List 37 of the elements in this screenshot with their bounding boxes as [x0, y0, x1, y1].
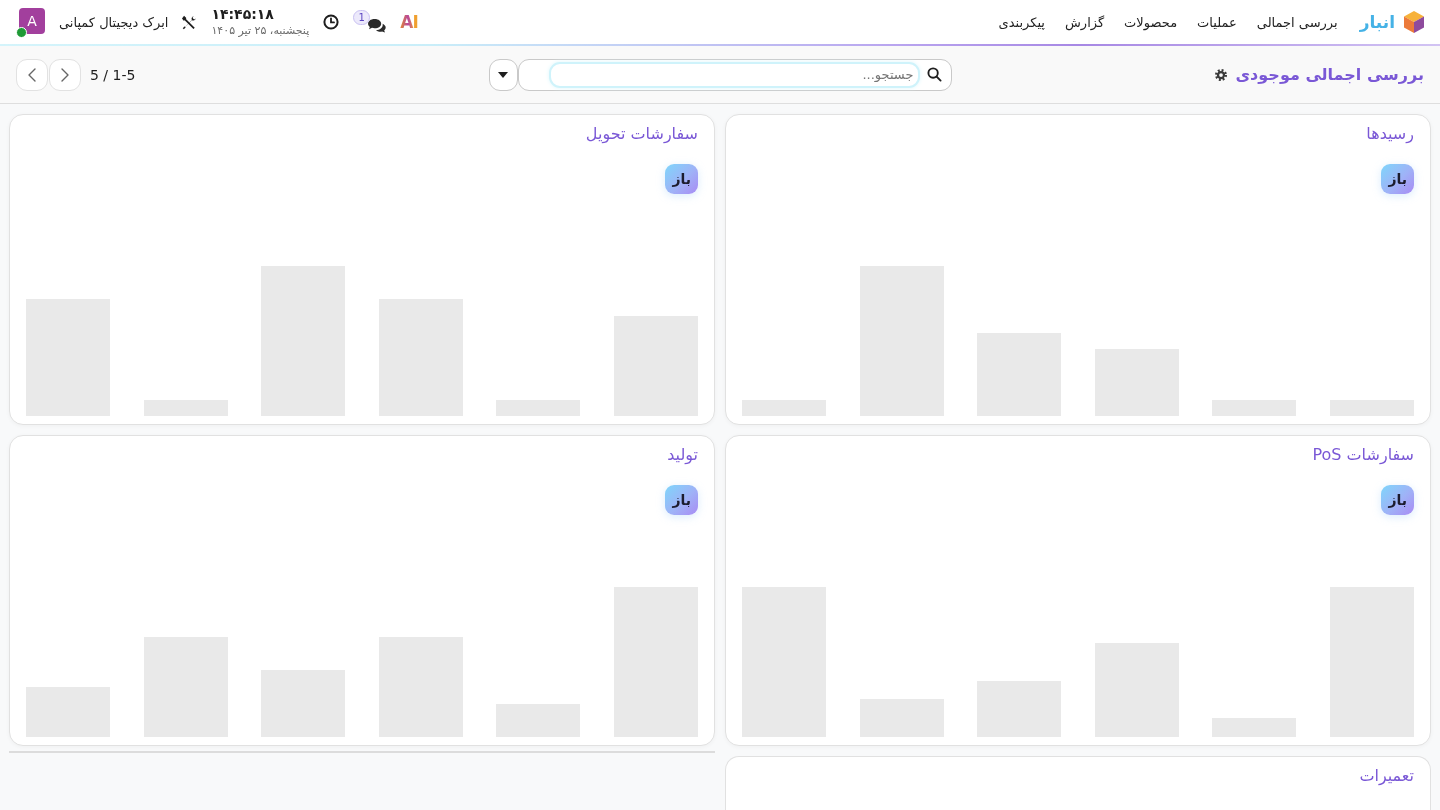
clock-icon	[323, 14, 340, 30]
crossed-tools-icon	[182, 14, 198, 30]
page-title: بررسی اجمالی موجودی	[1235, 65, 1424, 84]
activities-button[interactable]	[323, 14, 340, 30]
open-button[interactable]: باز	[665, 164, 698, 194]
tools-button[interactable]	[182, 14, 198, 30]
search-bar[interactable]: جستجو...	[517, 58, 952, 91]
settings-button[interactable]	[1215, 68, 1228, 81]
menu-item[interactable]: پیکربندی	[998, 14, 1045, 30]
card-title[interactable]: تولید	[667, 445, 698, 465]
card-title[interactable]: سفارشات PoS	[1312, 445, 1414, 465]
menu-item[interactable]: گزارش	[1065, 14, 1105, 30]
search-icon	[926, 67, 942, 82]
card-title[interactable]: رسیدها	[1366, 124, 1414, 144]
search-input[interactable]: جستجو...	[548, 61, 920, 88]
chat-bubbles-icon	[367, 18, 387, 33]
pager-value: 5 / 1-5	[90, 66, 136, 83]
company-name[interactable]: ابرک دیجیتال کمپانی	[59, 14, 169, 30]
clock-time: ۱۴:۴۵:۱۸	[211, 6, 274, 24]
user-avatar[interactable]: A	[19, 8, 45, 34]
card-title[interactable]: سفارشات تحویل	[585, 124, 698, 144]
chevron-right-icon	[61, 67, 69, 82]
open-button[interactable]: باز	[1381, 485, 1414, 515]
open-button[interactable]: باز	[1381, 164, 1414, 194]
chevron-left-icon	[28, 67, 36, 82]
cube-logo-icon	[1404, 11, 1424, 33]
open-button[interactable]: باز	[665, 485, 698, 515]
filter-toggle-button[interactable]	[488, 58, 518, 91]
caret-down-icon	[498, 71, 508, 78]
menu-item[interactable]: بررسی اجمالی	[1256, 14, 1338, 30]
gear-icon	[1215, 68, 1228, 81]
menu-item[interactable]: عملیات	[1197, 14, 1237, 30]
clock-date: پنجشنبه، ۲۵ تیر ۱۴۰۵	[211, 23, 310, 38]
menu-item[interactable]: محصولات	[1124, 14, 1178, 30]
card-title[interactable]: تعمیرات	[1359, 766, 1414, 786]
unread-count: 1	[353, 10, 371, 25]
messages-button[interactable]: 1	[353, 10, 387, 34]
